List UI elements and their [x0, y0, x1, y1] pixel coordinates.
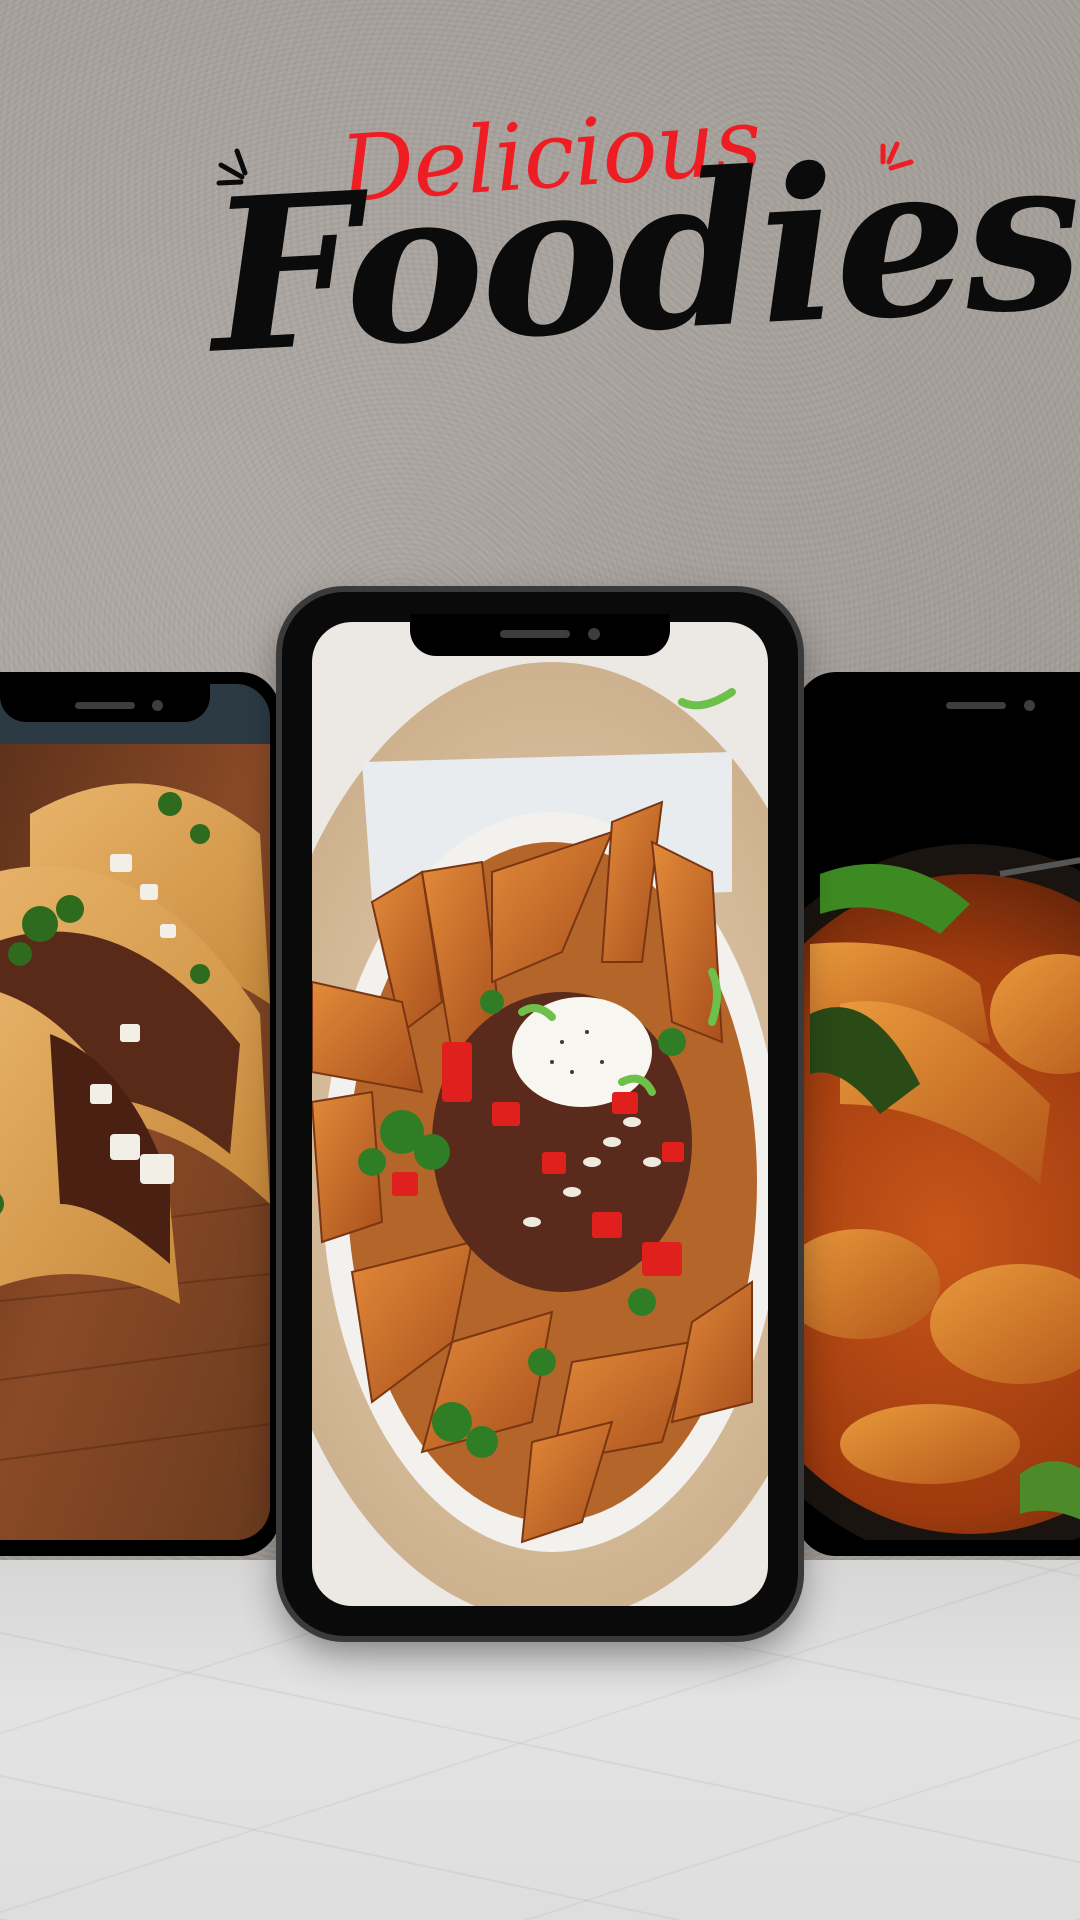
sparkle-right-icon	[880, 141, 914, 171]
phone-mockup-center	[282, 592, 798, 1636]
phone-notch	[0, 672, 210, 722]
speaker-grille	[75, 702, 135, 709]
phone-mockup-right	[796, 672, 1080, 1556]
sparkle-left-icon	[216, 148, 248, 186]
title-main-foodies: Foodies	[204, 108, 1080, 401]
speaker-grille	[500, 630, 570, 638]
title-logo: Delicious Foodies	[0, 87, 1080, 420]
fries-bowl-photo	[312, 622, 768, 1606]
front-camera	[152, 700, 163, 711]
speaker-grille	[946, 702, 1006, 709]
tacos-photo	[0, 684, 270, 1540]
phone-notch	[866, 672, 1080, 722]
phone-notch	[410, 614, 670, 656]
curry-photo	[800, 684, 1080, 1540]
phone-mockup-left	[0, 672, 280, 1556]
front-camera	[588, 628, 600, 640]
front-camera	[1024, 700, 1035, 711]
